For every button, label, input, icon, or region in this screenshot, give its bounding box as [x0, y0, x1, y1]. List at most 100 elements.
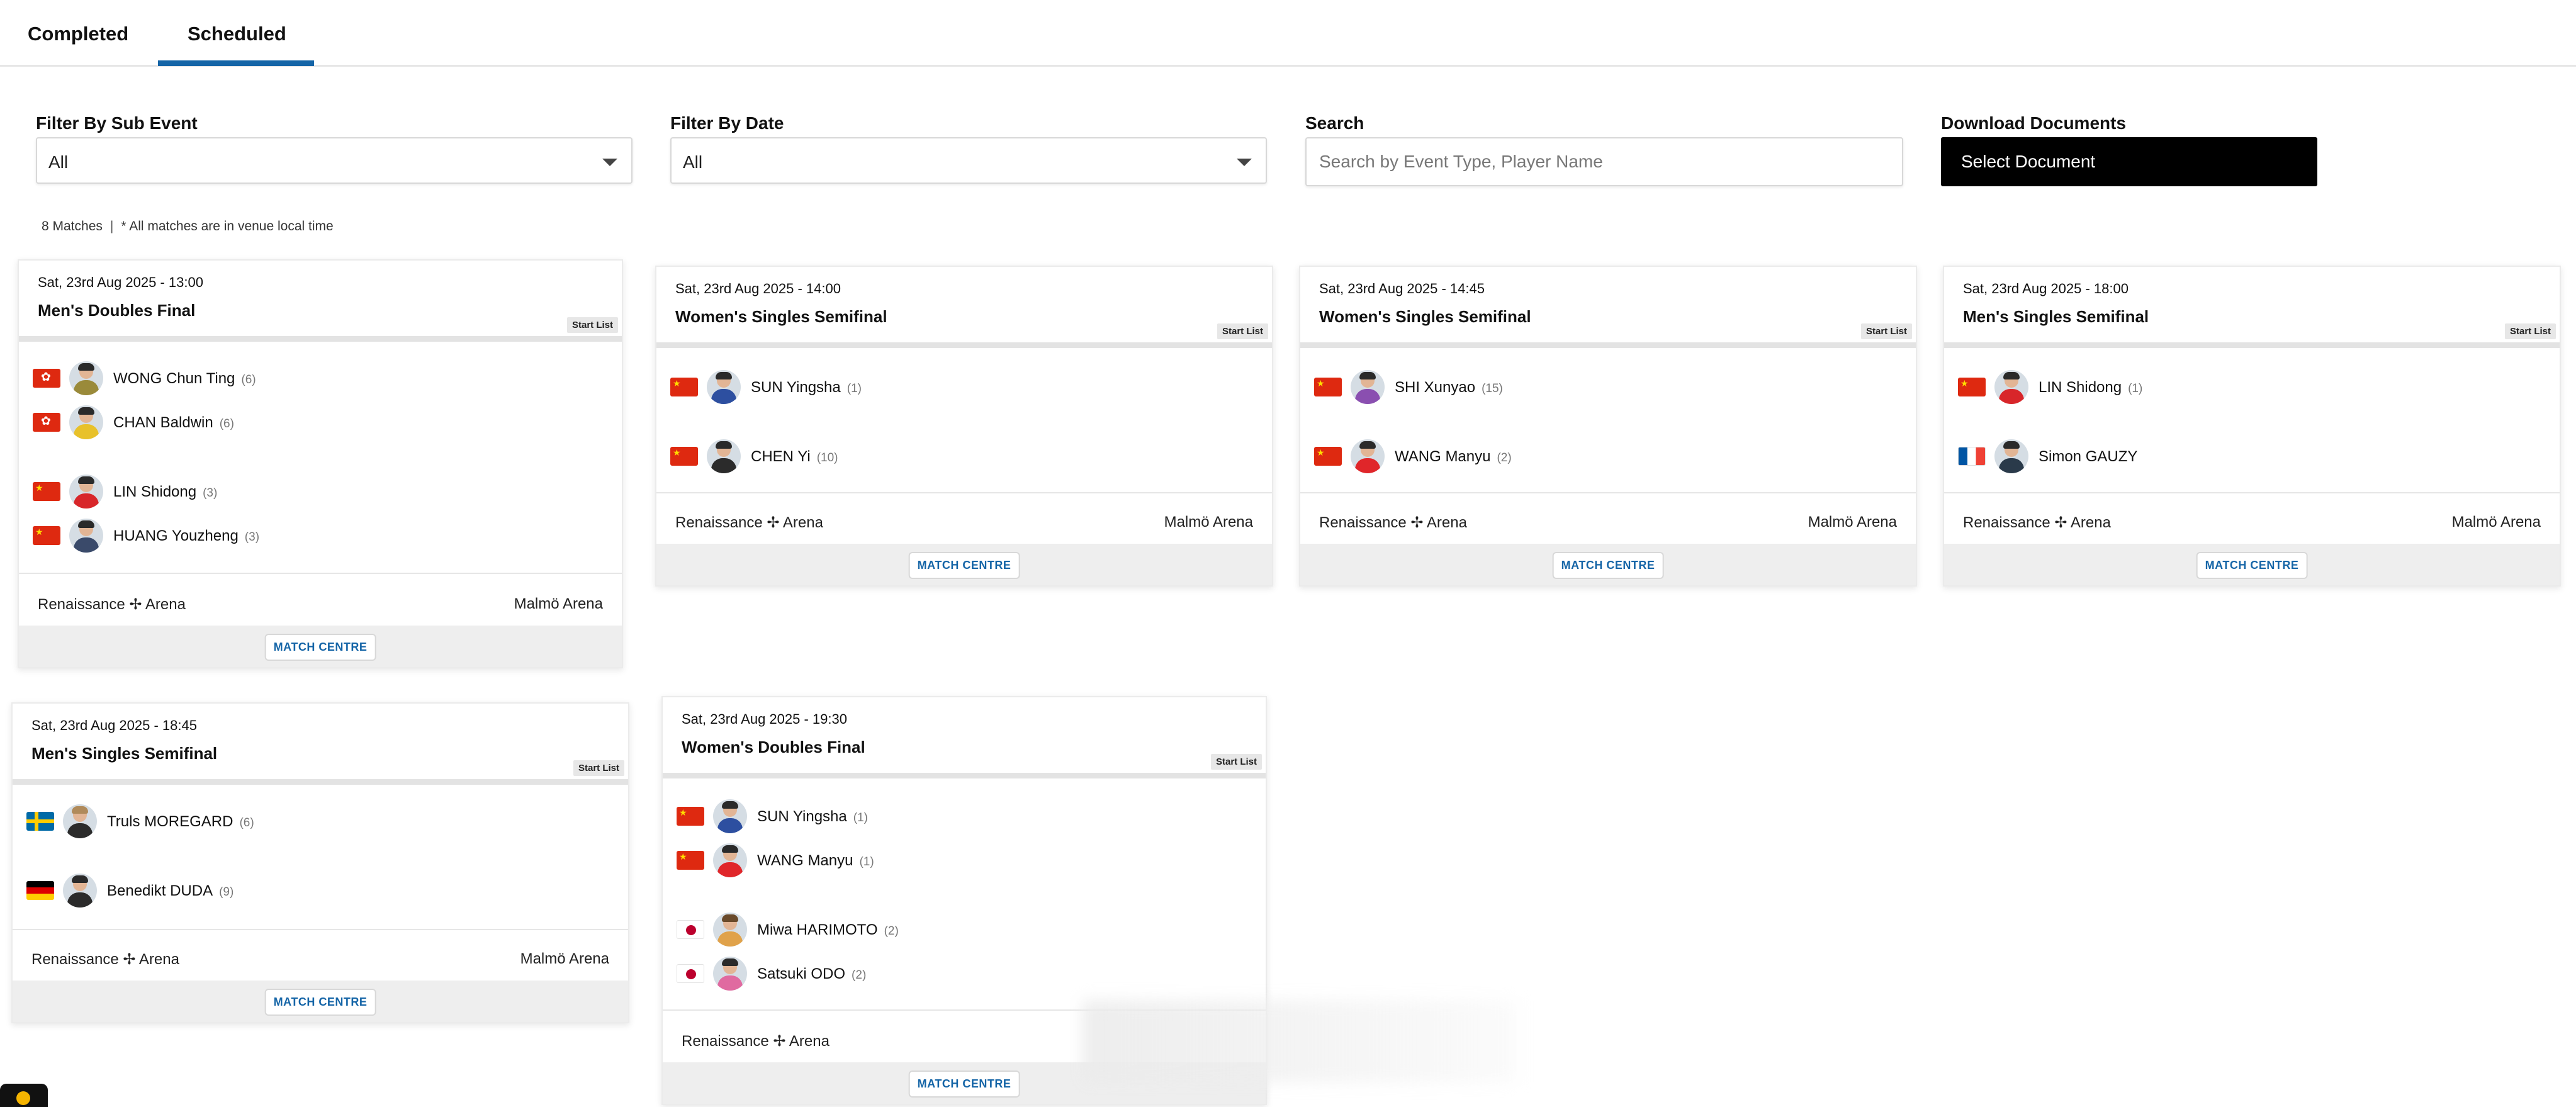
- player-seed: (6): [241, 373, 256, 386]
- player-seed: (1): [2128, 382, 2143, 395]
- match-datetime: Sat, 23rd Aug 2025 - 14:45: [1319, 281, 1485, 296]
- match-count: 8 Matches: [42, 219, 103, 233]
- venue-name: Renaissance ✢ Arena: [675, 514, 823, 531]
- germany-flag-icon: [26, 881, 54, 900]
- download-documents-label: Download Documents: [1941, 113, 2127, 133]
- player-avatar: [713, 957, 747, 991]
- start-list-badge[interactable]: Start List: [1217, 323, 1268, 339]
- player-avatar: [69, 519, 103, 553]
- match-centre-button[interactable]: MATCH CENTRE: [264, 634, 376, 661]
- china-flag-icon: [677, 851, 704, 870]
- header-divider: [1944, 342, 2560, 348]
- china-flag-icon: [1314, 378, 1342, 396]
- match-card-header: Sat, 23rd Aug 2025 - 13:00 Men's Doubles…: [19, 261, 622, 336]
- player-name: Truls MOREGARD: [107, 813, 233, 830]
- player-avatar: [707, 439, 741, 473]
- cookie-settings-icon[interactable]: [0, 1084, 48, 1107]
- player-seed: (2): [852, 969, 867, 982]
- player-seed: (1): [859, 855, 874, 868]
- venue-location: Malmö Arena: [520, 950, 609, 967]
- match-event: Women's Singles Semifinal: [1319, 307, 1531, 326]
- match-centre-button[interactable]: MATCH CENTRE: [264, 989, 376, 1016]
- date-select-value: All: [683, 152, 703, 172]
- header-divider: [13, 779, 628, 785]
- sweden-flag-icon: [26, 812, 54, 831]
- hong-kong-flag-icon: [33, 369, 60, 388]
- player-avatar: [69, 475, 103, 509]
- start-list-badge[interactable]: Start List: [2504, 323, 2556, 339]
- venue-name: Renaissance ✢ Arena: [31, 951, 179, 968]
- match-card-header: Sat, 23rd Aug 2025 - 19:30 Women's Doubl…: [663, 697, 1266, 773]
- player-avatar: [63, 804, 97, 838]
- venue-location: Malmö Arena: [514, 595, 603, 612]
- sub-event-select[interactable]: All: [36, 137, 633, 184]
- start-list-badge[interactable]: Start List: [566, 317, 618, 333]
- player-seed: (3): [244, 531, 260, 544]
- match-centre-bar: MATCH CENTRE: [1300, 544, 1916, 585]
- date-filter-label: Filter By Date: [670, 113, 784, 133]
- active-tab-indicator: [158, 60, 314, 66]
- match-centre-button[interactable]: MATCH CENTRE: [908, 552, 1020, 579]
- china-flag-icon: [677, 807, 704, 826]
- match-event: Men's Doubles Final: [38, 301, 196, 320]
- start-list-badge[interactable]: Start List: [1860, 323, 1912, 339]
- card-divider: [656, 492, 1272, 493]
- venue-location: Malmö Arena: [1808, 514, 1897, 531]
- player-avatar: [63, 874, 97, 908]
- chevron-down-icon: [1237, 159, 1252, 166]
- select-document-button[interactable]: Select Document: [1941, 137, 2317, 186]
- tab-scheduled[interactable]: Scheduled: [188, 23, 286, 45]
- match-centre-bar: MATCH CENTRE: [656, 544, 1272, 585]
- player-name: Simon GAUZY: [2039, 448, 2138, 465]
- match-event: Men's Singles Semifinal: [31, 744, 218, 763]
- china-flag-icon: [670, 447, 698, 466]
- player-avatar: [1994, 370, 2028, 404]
- date-select[interactable]: All: [670, 137, 1267, 184]
- player-name: LIN Shidong: [2039, 379, 2122, 396]
- match-centre-button[interactable]: MATCH CENTRE: [2196, 552, 2308, 579]
- start-list-badge[interactable]: Start List: [1210, 754, 1262, 770]
- player-name: WANG Manyu: [1395, 448, 1491, 465]
- match-centre-bar: MATCH CENTRE: [13, 981, 628, 1022]
- start-list-badge[interactable]: Start List: [573, 760, 624, 776]
- match-datetime: Sat, 23rd Aug 2025 - 18:00: [1963, 281, 2129, 296]
- player-seed: (15): [1482, 382, 1503, 395]
- player-name: CHAN Baldwin: [113, 414, 213, 431]
- header-divider: [1300, 342, 1916, 348]
- china-flag-icon: [33, 482, 60, 501]
- france-flag-icon: [1958, 447, 1986, 466]
- match-centre-button[interactable]: MATCH CENTRE: [1552, 552, 1664, 579]
- search-input[interactable]: [1305, 137, 1903, 186]
- japan-flag-icon: [677, 920, 704, 939]
- match-datetime: Sat, 23rd Aug 2025 - 19:30: [682, 711, 847, 727]
- card-divider: [19, 573, 622, 574]
- player-seed: (2): [1497, 451, 1512, 464]
- card-divider: [13, 929, 628, 930]
- match-summary: 8 Matches | * All matches are in venue loc…: [42, 219, 334, 234]
- search-label: Search: [1305, 113, 1364, 133]
- results-tabs: Completed Scheduled: [0, 0, 2576, 67]
- tab-completed[interactable]: Completed: [28, 23, 128, 45]
- player-avatar: [1351, 439, 1385, 473]
- card-divider: [1300, 492, 1916, 493]
- china-flag-icon: [1314, 447, 1342, 466]
- venue-location: Malmö Arena: [2451, 514, 2541, 531]
- player-name: SHI Xunyao: [1395, 379, 1476, 396]
- venue-location: Malmö Arena: [1164, 514, 1253, 531]
- player-seed: (10): [816, 451, 838, 464]
- player-name: SUN Yingsha: [751, 379, 841, 396]
- venue-name: Renaissance ✢ Arena: [1319, 514, 1467, 531]
- match-datetime: Sat, 23rd Aug 2025 - 18:45: [31, 717, 197, 733]
- player-name: CHEN Yi: [751, 448, 811, 465]
- venue-name: Renaissance ✢ Arena: [1963, 514, 2111, 531]
- match-card-header: Sat, 23rd Aug 2025 - 14:45 Women's Singl…: [1300, 267, 1916, 342]
- header-divider: [19, 336, 622, 342]
- chevron-down-icon: [602, 159, 617, 166]
- match-datetime: Sat, 23rd Aug 2025 - 14:00: [675, 281, 841, 296]
- player-avatar: [1994, 439, 2028, 473]
- player-seed: (2): [884, 924, 899, 938]
- player-seed: (6): [239, 816, 254, 829]
- player-avatar: [1351, 370, 1385, 404]
- player-name: Miwa HARIMOTO: [757, 921, 878, 938]
- match-centre-button[interactable]: MATCH CENTRE: [908, 1070, 1020, 1098]
